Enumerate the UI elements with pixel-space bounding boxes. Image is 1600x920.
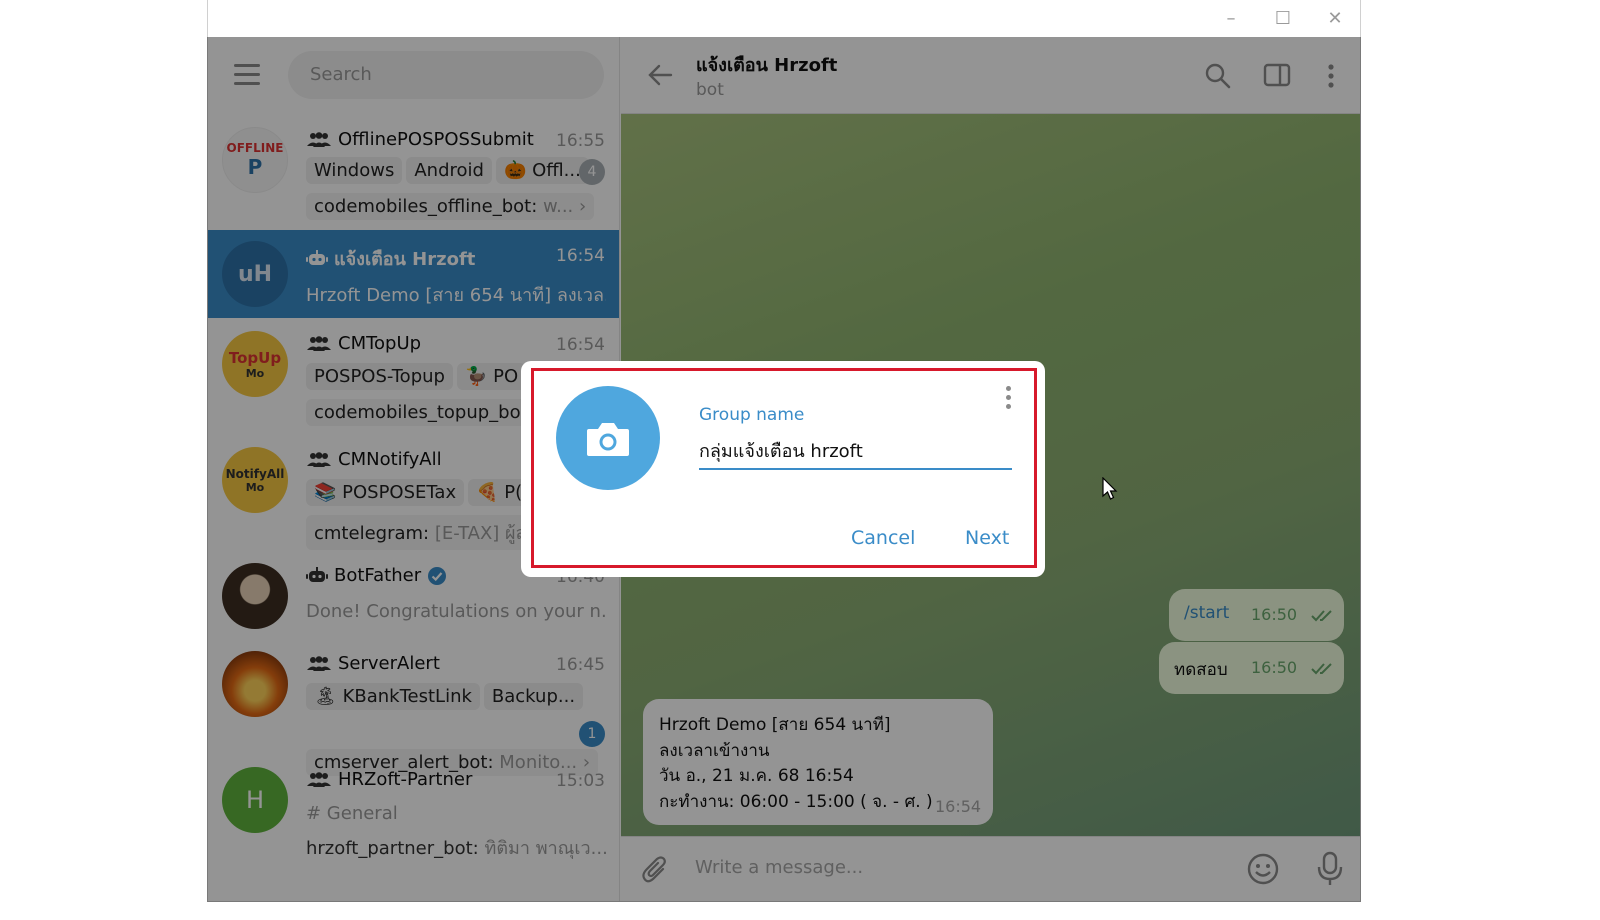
- group-name-label: Group name: [699, 405, 805, 425]
- camera-icon: [587, 423, 629, 456]
- close-button[interactable]: ✕: [1324, 8, 1346, 30]
- minimize-button[interactable]: –: [1220, 8, 1242, 30]
- dialog-more-icon[interactable]: [1003, 386, 1013, 412]
- title-bar: – ☐ ✕: [208, 0, 1360, 37]
- group-photo-picker[interactable]: [556, 386, 660, 490]
- cancel-button[interactable]: Cancel: [851, 527, 915, 549]
- mouse-cursor-icon: [1102, 477, 1118, 500]
- maximize-button[interactable]: ☐: [1272, 8, 1294, 30]
- next-button[interactable]: Next: [965, 527, 1009, 549]
- group-name-input[interactable]: [699, 432, 1012, 470]
